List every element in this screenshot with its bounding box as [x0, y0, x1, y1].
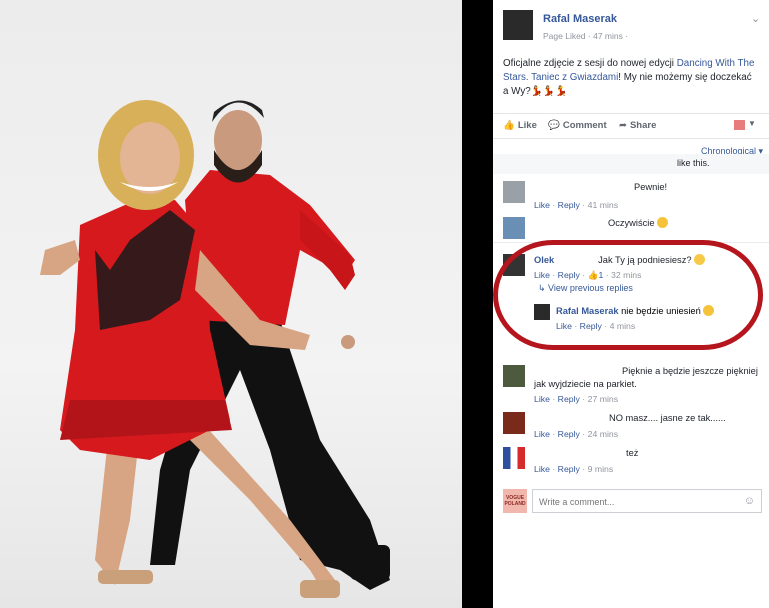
vogue-avatar[interactable]: VOGUE POLAND — [503, 489, 527, 513]
comment-reply-link[interactable]: Reply — [558, 200, 580, 210]
likes-text: like this. — [677, 158, 710, 168]
post-meta: Page Liked · 47 mins · — [543, 31, 629, 41]
likes-summary: like this. — [493, 154, 769, 174]
commenter-avatar[interactable] — [503, 217, 525, 239]
comment-button[interactable]: 💬 Comment — [548, 120, 607, 131]
comment-composer[interactable]: ☺ — [532, 489, 762, 513]
comment-text-body: Oczywiście — [608, 218, 655, 228]
comments-continued: Pięknie a będzie jeszcze piękniej jak wy… — [493, 355, 769, 608]
comment-time: 41 mins — [587, 200, 619, 210]
comment-text: też — [626, 448, 639, 458]
dancers-image — [40, 100, 390, 598]
post-photo[interactable] — [0, 0, 462, 608]
comment-like-link[interactable]: Like — [534, 200, 550, 210]
comment-text: Oczywiście — [534, 217, 762, 230]
share-icon: ➦ — [619, 120, 627, 131]
vogue-brand-text: VOGUE POLAND — [504, 495, 526, 507]
commenter-avatar[interactable] — [503, 365, 525, 387]
comment-like-link[interactable]: Like — [534, 429, 550, 439]
post-actions: 👍 Like 💬 Comment ➦ Share ▼ — [493, 113, 769, 139]
thumbs-up-icon: 👍 — [503, 120, 515, 131]
like-button[interactable]: 👍 Like — [503, 120, 537, 131]
comment-meta: Like · Reply · 24 mins — [534, 429, 619, 439]
camera-icon[interactable]: ☺ — [744, 495, 755, 507]
comment-meta: Like · Reply · 27 mins — [534, 394, 619, 404]
caret-down-icon[interactable]: ▼ — [748, 119, 756, 128]
comment-input[interactable] — [537, 491, 741, 513]
comment-reply-link[interactable]: Reply — [558, 429, 580, 439]
comment-time: 27 mins — [587, 394, 619, 404]
commenter-avatar[interactable] — [503, 181, 525, 203]
commenter-avatar[interactable] — [503, 412, 525, 434]
comment-meta: Like · Reply · 41 mins — [534, 200, 619, 210]
author-name[interactable]: Rafal Maserak — [543, 13, 617, 25]
author-avatar[interactable] — [503, 10, 533, 40]
comment-like-link[interactable]: Like — [534, 464, 550, 474]
comment-text: NO masz.... jasne ze tak...... — [609, 413, 726, 423]
comment-text: Pewnie! — [634, 182, 668, 192]
page-thumbnail-icon[interactable] — [734, 120, 745, 130]
share-button[interactable]: ➦ Share — [619, 120, 656, 131]
comment-time: 9 mins — [587, 464, 614, 474]
comment-like-link[interactable]: Like — [534, 394, 550, 404]
comment-time: 24 mins — [587, 429, 619, 439]
commenter-avatar[interactable] — [503, 447, 525, 469]
comment-reply-link[interactable]: Reply — [558, 394, 580, 404]
comment-text: Pięknie a będzie jeszcze piękniej jak wy… — [534, 366, 758, 389]
comment-label: Comment — [562, 120, 607, 131]
post-options-chevron-icon[interactable]: ⌄ — [751, 12, 760, 25]
share-label: Share — [629, 120, 657, 131]
comment-icon: 💬 — [548, 120, 560, 131]
smile-emoji-icon — [656, 217, 668, 228]
post-text: Oficjalne zdjęcie z sesji do nowej edycj… — [503, 57, 758, 99]
annotation-circle — [493, 240, 763, 350]
like-label: Like — [517, 120, 537, 131]
post-text-before: Oficjalne zdjęcie z sesji do nowej edycj… — [503, 58, 677, 69]
comment-reply-link[interactable]: Reply — [558, 464, 580, 474]
comment-meta: Like · Reply · 9 mins — [534, 464, 614, 474]
